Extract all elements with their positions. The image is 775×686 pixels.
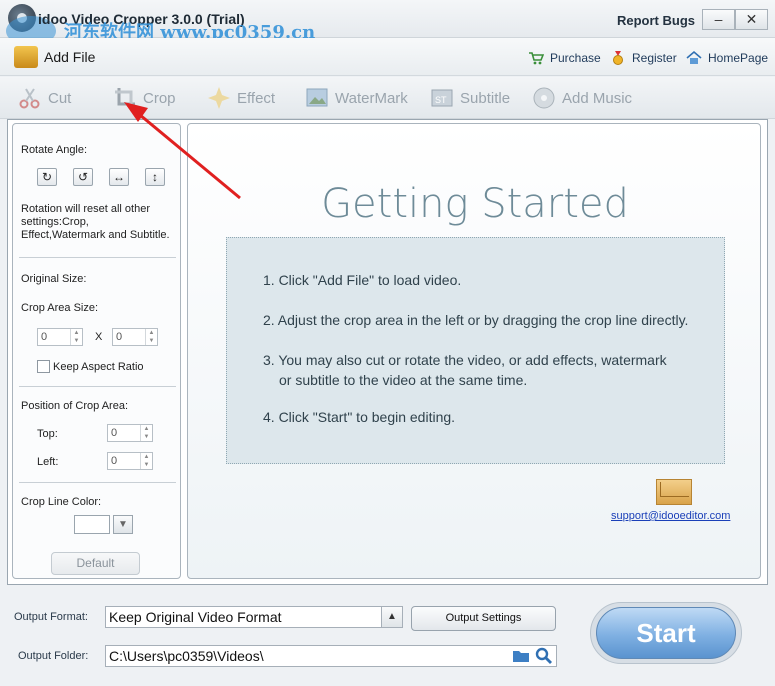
add-file-label: Add File xyxy=(44,49,96,65)
tool-subtitle-label: Subtitle xyxy=(460,89,511,107)
tool-add-music[interactable]: Add Music xyxy=(532,85,632,111)
crop-height-value: 0 xyxy=(116,331,123,343)
rotate-clockwise-icon: ↻ xyxy=(41,170,53,184)
add-file-icon xyxy=(14,46,38,68)
watermark-image-icon xyxy=(306,88,328,107)
output-folder-label: Output Folder: xyxy=(18,650,89,662)
crop-width-value: 0 xyxy=(41,331,48,343)
color-dropdown-button[interactable]: ▼ xyxy=(113,515,133,534)
divider xyxy=(19,257,176,258)
support-email-link[interactable]: support@idooeditor.com xyxy=(611,510,730,522)
start-button[interactable]: Start xyxy=(596,607,736,659)
crop-line-color-swatch[interactable] xyxy=(74,515,110,534)
getting-started-box: 1. Click "Add File" to load video. 2. Ad… xyxy=(226,237,725,464)
tool-watermark[interactable]: WaterMark xyxy=(305,85,408,111)
spinner-arrows-icon[interactable]: ▲ ▼ xyxy=(70,329,82,345)
cart-icon xyxy=(529,52,544,65)
purchase-link[interactable]: Purchase xyxy=(528,50,601,66)
scissors-icon xyxy=(19,88,40,109)
crop-top-input[interactable]: 0 ▲ ▼ xyxy=(107,424,153,442)
register-link[interactable]: Register xyxy=(610,50,677,66)
step-3-continued: or subtitle to the video at the same tim… xyxy=(279,372,528,388)
step-3: 3. You may also cut or rotate the video,… xyxy=(263,352,667,368)
rotate-clockwise-button[interactable]: ↻ xyxy=(37,168,57,186)
crop-top-value: 0 xyxy=(111,427,118,439)
report-bugs-link[interactable]: Report Bugs xyxy=(617,13,695,28)
top-label: Top: xyxy=(37,428,58,440)
close-button[interactable]: ✕ xyxy=(735,9,768,30)
spinner-arrows-icon[interactable]: ▲ ▼ xyxy=(140,425,152,441)
chevron-down-icon: ▼ xyxy=(118,519,128,530)
svg-text:ST: ST xyxy=(435,95,447,105)
tool-watermark-label: WaterMark xyxy=(335,89,408,107)
title-bar: idoo Video Cropper 3.0.0 (Trial) 河东软件网 w… xyxy=(0,0,775,46)
spinner-arrows-icon[interactable]: ▲ ▼ xyxy=(145,329,157,345)
output-folder-input[interactable]: C:\Users\pc0359\Videos\ xyxy=(105,645,557,667)
divider xyxy=(19,482,176,483)
folder-icon[interactable] xyxy=(512,648,530,664)
rotation-note-line2: settings:Crop, xyxy=(21,216,89,228)
original-size-label: Original Size: xyxy=(21,273,87,285)
tool-cut[interactable]: Cut xyxy=(18,85,71,111)
size-separator: X xyxy=(95,331,103,343)
purchase-label: Purchase xyxy=(550,51,601,65)
left-label: Left: xyxy=(37,456,59,468)
annotation-arrow-icon xyxy=(124,102,241,200)
tool-subtitle[interactable]: ST Subtitle xyxy=(430,85,510,111)
step-1: 1. Click "Add File" to load video. xyxy=(263,272,462,288)
crop-height-input[interactable]: 0 ▲ ▼ xyxy=(112,328,158,346)
rotation-note-line3: Effect,Watermark and Subtitle. xyxy=(21,229,170,241)
output-format-dropdown-button[interactable]: ▲ xyxy=(381,606,403,628)
envelope-icon xyxy=(656,479,692,505)
tool-add-music-label: Add Music xyxy=(562,89,633,107)
rotate-angle-label: Rotate Angle: xyxy=(21,144,88,156)
crop-line-color-label: Crop Line Color: xyxy=(21,496,102,508)
crop-position-label: Position of Crop Area: xyxy=(21,400,129,412)
output-format-select[interactable]: Keep Original Video Format xyxy=(105,606,382,628)
step-2: 2. Adjust the crop area in the left or b… xyxy=(263,312,689,328)
homepage-label: HomePage xyxy=(708,51,769,65)
subtitle-icon: ST xyxy=(431,89,453,107)
spinner-arrows-icon[interactable]: ▲ ▼ xyxy=(140,453,152,469)
output-format-label: Output Format: xyxy=(14,611,88,623)
divider xyxy=(19,386,176,387)
homepage-link[interactable]: HomePage xyxy=(686,50,768,66)
output-settings-button[interactable]: Output Settings xyxy=(411,606,556,631)
crop-width-input[interactable]: 0 ▲ ▼ xyxy=(37,328,83,346)
crop-area-size-label: Crop Area Size: xyxy=(21,302,99,314)
keep-aspect-checkbox[interactable] xyxy=(37,360,50,373)
chevron-up-icon: ▲ xyxy=(387,611,397,622)
tool-cut-label: Cut xyxy=(48,89,72,107)
rotate-counterclockwise-button[interactable]: ↺ xyxy=(73,168,93,186)
home-icon xyxy=(686,50,702,64)
music-disc-icon xyxy=(533,87,555,109)
medal-icon xyxy=(613,51,623,65)
rotate-counterclockwise-icon: ↺ xyxy=(77,170,89,184)
getting-started-title: Getting Started xyxy=(321,181,629,227)
default-button[interactable]: Default xyxy=(51,552,140,575)
keep-aspect-label: Keep Aspect Ratio xyxy=(53,361,144,373)
output-folder-value: C:\Users\pc0359\Videos\ xyxy=(109,648,264,664)
main-toolbar: Add File Purchase Register HomePage xyxy=(0,38,775,76)
search-icon[interactable] xyxy=(535,647,553,665)
preview-area: Getting Started 1. Click "Add File" to l… xyxy=(187,123,761,579)
crop-left-value: 0 xyxy=(111,455,118,467)
step-4: 4. Click "Start" to begin editing. xyxy=(263,409,456,425)
add-file-button[interactable]: Add File xyxy=(14,44,95,70)
register-label: Register xyxy=(632,51,677,65)
minimize-button[interactable]: – xyxy=(702,9,735,30)
crop-left-input[interactable]: 0 ▲ ▼ xyxy=(107,452,153,470)
